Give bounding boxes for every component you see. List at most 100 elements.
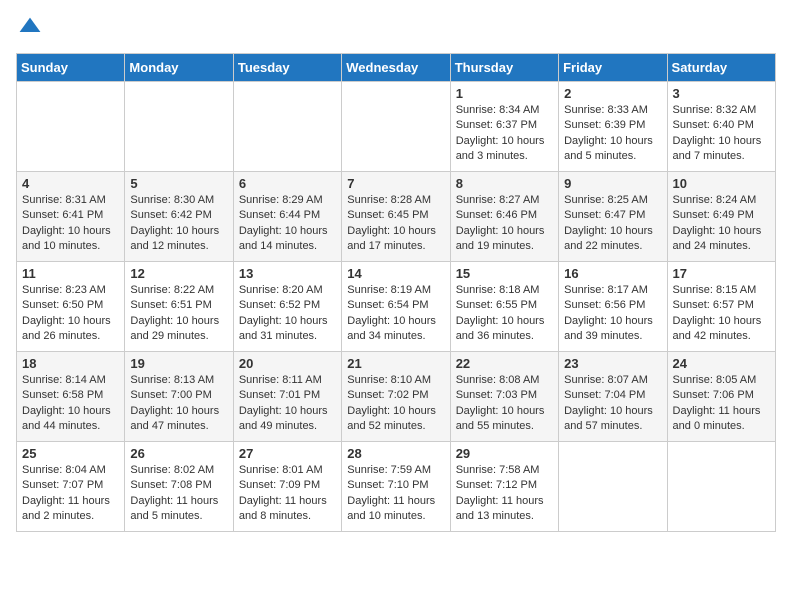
day-number: 1 <box>456 86 553 101</box>
cell-info: Sunrise: 8:33 AM Sunset: 6:39 PM Dayligh… <box>564 103 661 165</box>
week-row-2: 4 Sunrise: 8:31 AM Sunset: 6:41 PM Daylig… <box>17 172 776 262</box>
calendar-cell: 12 Sunrise: 8:22 AM Sunset: 6:51 PM Dayli… <box>125 262 233 352</box>
calendar-cell: 1 Sunrise: 8:34 AM Sunset: 6:37 PM Daylig… <box>450 82 558 172</box>
cell-info: Sunrise: 8:14 AM Sunset: 6:58 PM Dayligh… <box>22 373 119 435</box>
cell-info: Sunrise: 8:01 AM Sunset: 7:09 PM Dayligh… <box>239 463 336 525</box>
calendar-cell <box>17 82 125 172</box>
day-number: 27 <box>239 446 336 461</box>
calendar-cell: 21 Sunrise: 8:10 AM Sunset: 7:02 PM Dayli… <box>342 352 450 442</box>
calendar-cell: 2 Sunrise: 8:33 AM Sunset: 6:39 PM Daylig… <box>559 82 667 172</box>
calendar-cell: 8 Sunrise: 8:27 AM Sunset: 6:46 PM Daylig… <box>450 172 558 262</box>
cell-info: Sunrise: 8:17 AM Sunset: 6:56 PM Dayligh… <box>564 283 661 345</box>
day-number: 5 <box>130 176 227 191</box>
calendar-cell: 6 Sunrise: 8:29 AM Sunset: 6:44 PM Daylig… <box>233 172 341 262</box>
calendar-cell: 20Sunrise: 8:11 AM Sunset: 7:01 PM Dayli… <box>233 352 341 442</box>
calendar-cell: 10 Sunrise: 8:24 AM Sunset: 6:49 PM Dayli… <box>667 172 775 262</box>
cell-info: Sunrise: 8:34 AM Sunset: 6:37 PM Dayligh… <box>456 103 553 165</box>
cell-info: Sunrise: 8:31 AM Sunset: 6:41 PM Dayligh… <box>22 193 119 255</box>
cell-info: Sunrise: 8:27 AM Sunset: 6:46 PM Dayligh… <box>456 193 553 255</box>
calendar-cell: 24 Sunrise: 8:05 AM Sunset: 7:06 PM Dayli… <box>667 352 775 442</box>
col-header-friday: Friday <box>559 54 667 82</box>
cell-info: Sunrise: 8:19 AM Sunset: 6:54 PM Dayligh… <box>347 283 444 345</box>
day-number: 18 <box>22 356 119 371</box>
day-number: 21 <box>347 356 444 371</box>
day-number: 26 <box>130 446 227 461</box>
calendar-cell <box>667 442 775 532</box>
calendar-cell <box>233 82 341 172</box>
calendar-cell: 29 Sunrise: 7:58 AM Sunset: 7:12 PM Dayli… <box>450 442 558 532</box>
cell-info: Sunrise: 8:23 AM Sunset: 6:50 PM Dayligh… <box>22 283 119 345</box>
calendar-cell: 9Sunrise: 8:25 AM Sunset: 6:47 PM Daylig… <box>559 172 667 262</box>
cell-info: Sunrise: 8:11 AM Sunset: 7:01 PM Dayligh… <box>239 373 336 435</box>
calendar-cell: 23 Sunrise: 8:07 AM Sunset: 7:04 PM Dayli… <box>559 352 667 442</box>
day-number: 19 <box>130 356 227 371</box>
page-header <box>16 16 776 45</box>
calendar-cell: 15Sunrise: 8:18 AM Sunset: 6:55 PM Dayli… <box>450 262 558 352</box>
calendar-cell: 4 Sunrise: 8:31 AM Sunset: 6:41 PM Daylig… <box>17 172 125 262</box>
header-row: SundayMondayTuesdayWednesdayThursdayFrid… <box>17 54 776 82</box>
col-header-saturday: Saturday <box>667 54 775 82</box>
col-header-tuesday: Tuesday <box>233 54 341 82</box>
col-header-monday: Monday <box>125 54 233 82</box>
cell-info: Sunrise: 8:29 AM Sunset: 6:44 PM Dayligh… <box>239 193 336 255</box>
calendar-cell: 25 Sunrise: 8:04 AM Sunset: 7:07 PM Dayli… <box>17 442 125 532</box>
cell-info: Sunrise: 7:59 AM Sunset: 7:10 PM Dayligh… <box>347 463 444 525</box>
cell-info: Sunrise: 8:15 AM Sunset: 6:57 PM Dayligh… <box>673 283 770 345</box>
week-row-5: 25 Sunrise: 8:04 AM Sunset: 7:07 PM Dayli… <box>17 442 776 532</box>
cell-info: Sunrise: 8:07 AM Sunset: 7:04 PM Dayligh… <box>564 373 661 435</box>
cell-info: Sunrise: 8:05 AM Sunset: 7:06 PM Dayligh… <box>673 373 770 435</box>
cell-info: Sunrise: 8:32 AM Sunset: 6:40 PM Dayligh… <box>673 103 770 165</box>
calendar-cell: 17 Sunrise: 8:15 AM Sunset: 6:57 PM Dayli… <box>667 262 775 352</box>
day-number: 14 <box>347 266 444 281</box>
day-number: 25 <box>22 446 119 461</box>
day-number: 2 <box>564 86 661 101</box>
calendar-cell: 27 Sunrise: 8:01 AM Sunset: 7:09 PM Dayli… <box>233 442 341 532</box>
cell-info: Sunrise: 7:58 AM Sunset: 7:12 PM Dayligh… <box>456 463 553 525</box>
cell-info: Sunrise: 8:18 AM Sunset: 6:55 PM Dayligh… <box>456 283 553 345</box>
cell-info: Sunrise: 8:24 AM Sunset: 6:49 PM Dayligh… <box>673 193 770 255</box>
week-row-1: 1 Sunrise: 8:34 AM Sunset: 6:37 PM Daylig… <box>17 82 776 172</box>
cell-info: Sunrise: 8:10 AM Sunset: 7:02 PM Dayligh… <box>347 373 444 435</box>
day-number: 9 <box>564 176 661 191</box>
day-number: 13 <box>239 266 336 281</box>
day-number: 6 <box>239 176 336 191</box>
day-number: 11 <box>22 266 119 281</box>
day-number: 7 <box>347 176 444 191</box>
calendar-cell: 14 Sunrise: 8:19 AM Sunset: 6:54 PM Dayli… <box>342 262 450 352</box>
day-number: 17 <box>673 266 770 281</box>
day-number: 8 <box>456 176 553 191</box>
calendar-cell <box>559 442 667 532</box>
cell-info: Sunrise: 8:13 AM Sunset: 7:00 PM Dayligh… <box>130 373 227 435</box>
day-number: 29 <box>456 446 553 461</box>
cell-info: Sunrise: 8:02 AM Sunset: 7:08 PM Dayligh… <box>130 463 227 525</box>
cell-info: Sunrise: 8:08 AM Sunset: 7:03 PM Dayligh… <box>456 373 553 435</box>
day-number: 10 <box>673 176 770 191</box>
logo <box>16 16 46 45</box>
calendar-cell: 22 Sunrise: 8:08 AM Sunset: 7:03 PM Dayli… <box>450 352 558 442</box>
calendar-cell: 7 Sunrise: 8:28 AM Sunset: 6:45 PM Daylig… <box>342 172 450 262</box>
week-row-4: 18 Sunrise: 8:14 AM Sunset: 6:58 PM Dayli… <box>17 352 776 442</box>
calendar-cell <box>125 82 233 172</box>
calendar-cell: 5Sunrise: 8:30 AM Sunset: 6:42 PM Daylig… <box>125 172 233 262</box>
col-header-thursday: Thursday <box>450 54 558 82</box>
calendar-cell: 28Sunrise: 7:59 AM Sunset: 7:10 PM Dayli… <box>342 442 450 532</box>
calendar-cell <box>342 82 450 172</box>
calendar-cell: 19 Sunrise: 8:13 AM Sunset: 7:00 PM Dayli… <box>125 352 233 442</box>
day-number: 23 <box>564 356 661 371</box>
calendar-cell: 26 Sunrise: 8:02 AM Sunset: 7:08 PM Dayli… <box>125 442 233 532</box>
cell-info: Sunrise: 8:04 AM Sunset: 7:07 PM Dayligh… <box>22 463 119 525</box>
calendar-table: SundayMondayTuesdayWednesdayThursdayFrid… <box>16 53 776 532</box>
day-number: 4 <box>22 176 119 191</box>
calendar-cell: 18 Sunrise: 8:14 AM Sunset: 6:58 PM Dayli… <box>17 352 125 442</box>
calendar-cell: 13 Sunrise: 8:20 AM Sunset: 6:52 PM Dayli… <box>233 262 341 352</box>
cell-info: Sunrise: 8:20 AM Sunset: 6:52 PM Dayligh… <box>239 283 336 345</box>
day-number: 16 <box>564 266 661 281</box>
day-number: 3 <box>673 86 770 101</box>
cell-info: Sunrise: 8:28 AM Sunset: 6:45 PM Dayligh… <box>347 193 444 255</box>
day-number: 24 <box>673 356 770 371</box>
cell-info: Sunrise: 8:22 AM Sunset: 6:51 PM Dayligh… <box>130 283 227 345</box>
day-number: 12 <box>130 266 227 281</box>
col-header-sunday: Sunday <box>17 54 125 82</box>
day-number: 22 <box>456 356 553 371</box>
col-header-wednesday: Wednesday <box>342 54 450 82</box>
